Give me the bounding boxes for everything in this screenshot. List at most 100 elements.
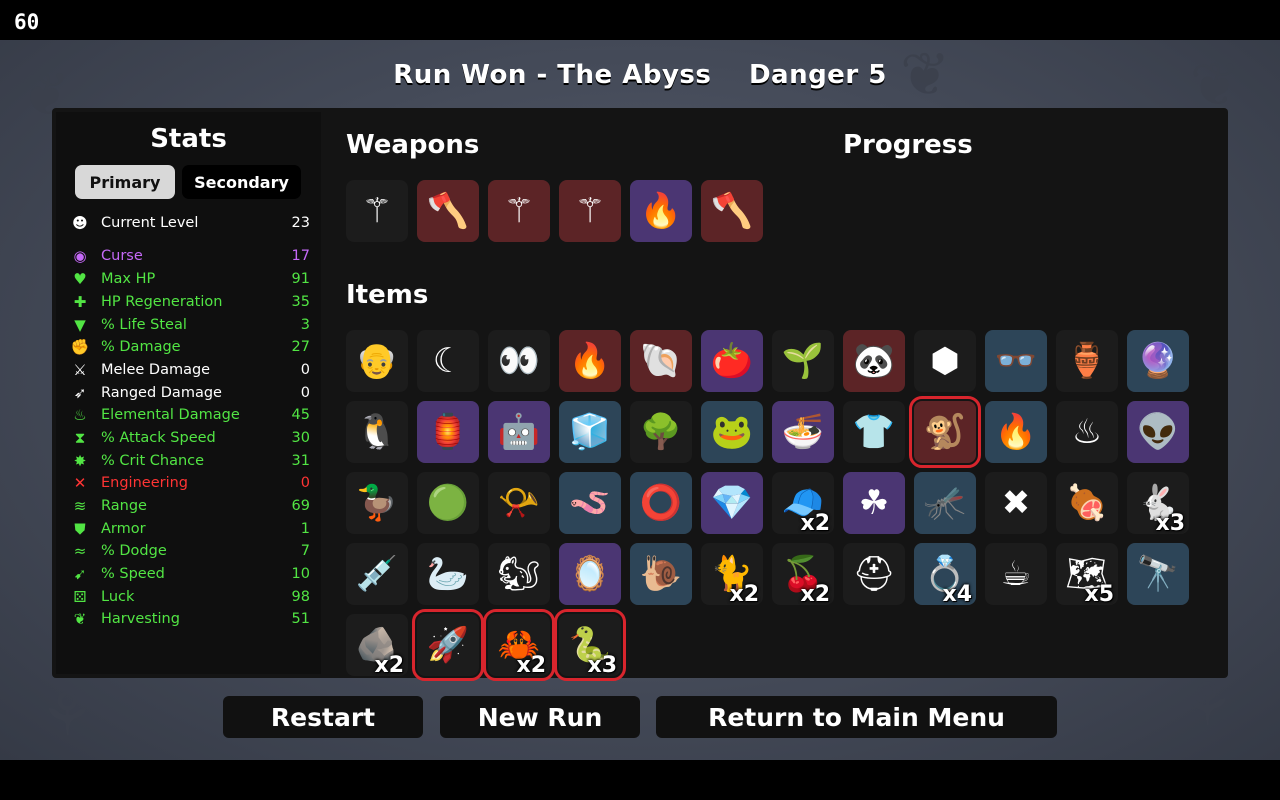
- item-slot[interactable]: 🪓: [701, 180, 763, 242]
- stat-row[interactable]: ≋ Range 69: [70, 495, 310, 517]
- item-slot[interactable]: ✖: [985, 472, 1047, 534]
- stat-label: % Dodge: [101, 543, 167, 559]
- stat-row[interactable]: ❦ Harvesting 51: [70, 608, 310, 630]
- item-slot[interactable]: 🦟: [914, 472, 976, 534]
- stat-label: HP Regeneration: [101, 294, 223, 310]
- stat-row[interactable]: ◉ Curse 17: [70, 245, 310, 267]
- stat-row[interactable]: ⛊ Armor 1: [70, 518, 310, 540]
- meat-skewer-icon: 🍖: [1065, 483, 1109, 523]
- item-slot[interactable]: 🐇 x3: [1127, 472, 1189, 536]
- item-slot[interactable]: 🦢: [417, 543, 479, 605]
- item-slot[interactable]: 📯: [488, 472, 550, 534]
- item-count-badge: x3: [587, 653, 618, 678]
- stat-row[interactable]: ♥ Max HP 91: [70, 268, 310, 290]
- item-slot[interactable]: 🐧: [346, 401, 408, 463]
- new-item-slot[interactable]: 🦀 x2: [483, 609, 555, 681]
- stat-label: Max HP: [101, 271, 156, 287]
- item-slot[interactable]: ☕: [985, 543, 1047, 605]
- sword-icon: ⚔: [73, 361, 87, 379]
- item-slot[interactable]: 🧢 x2: [772, 472, 834, 536]
- tab-secondary[interactable]: Secondary: [182, 165, 301, 199]
- item-slot[interactable]: ⬢: [914, 330, 976, 392]
- stat-value: 45: [291, 407, 310, 423]
- item-slot[interactable]: 🔥: [985, 401, 1047, 463]
- background-seaweed-icon: ⚘: [40, 680, 94, 750]
- new-item-slot[interactable]: 🐒: [909, 396, 981, 468]
- item-slot[interactable]: 🌳: [630, 401, 692, 463]
- item-slot[interactable]: 🍒 x2: [772, 543, 834, 607]
- item-slot[interactable]: 🦆: [346, 472, 408, 534]
- return-to-main-menu-button[interactable]: Return to Main Menu: [656, 696, 1057, 738]
- stat-row[interactable]: ✚ HP Regeneration 35: [70, 291, 310, 313]
- item-slot[interactable]: 💎: [701, 472, 763, 534]
- stat-row[interactable]: ⧗ % Attack Speed 30: [70, 427, 310, 449]
- stat-row[interactable]: ⚄ Luck 98: [70, 586, 310, 608]
- stat-row[interactable]: ▼ % Life Steal 3: [70, 314, 310, 336]
- stat-value: 69: [291, 498, 310, 514]
- item-slot[interactable]: 🐸: [701, 401, 763, 463]
- item-slot[interactable]: ☾: [417, 330, 479, 392]
- stat-row[interactable]: ✸ % Crit Chance 31: [70, 450, 310, 472]
- item-slot[interactable]: 🔮: [1127, 330, 1189, 392]
- item-slot[interactable]: 🤖: [488, 401, 550, 463]
- item-slot[interactable]: 🍜: [772, 401, 834, 463]
- item-slot[interactable]: 🏮: [417, 401, 479, 463]
- item-slot[interactable]: ⭕: [630, 472, 692, 534]
- item-slot[interactable]: 🐿: [488, 543, 550, 605]
- item-slot[interactable]: ♨: [1056, 401, 1118, 463]
- stat-row[interactable]: ♨ Elemental Damage 45: [70, 404, 310, 426]
- item-count-badge: x2: [729, 582, 760, 607]
- item-slot[interactable]: 🍖: [1056, 472, 1118, 534]
- item-slot[interactable]: ☘: [843, 472, 905, 534]
- stat-value: 1: [300, 521, 310, 537]
- tab-primary[interactable]: Primary: [75, 165, 175, 199]
- item-slot[interactable]: 🐼: [843, 330, 905, 392]
- item-slot[interactable]: 👴: [346, 330, 408, 392]
- item-slot[interactable]: ⛑: [843, 543, 905, 605]
- item-slot[interactable]: 🌱: [772, 330, 834, 392]
- new-item-slot[interactable]: 🚀: [412, 609, 484, 681]
- ice-cube-icon: 🧊: [568, 412, 612, 452]
- item-slot[interactable]: 🪞: [559, 543, 621, 605]
- item-slot[interactable]: 🪨 x2: [346, 614, 408, 678]
- item-slot[interactable]: 🔥: [630, 180, 692, 242]
- axe-icon: 🪓: [710, 191, 754, 231]
- item-slot[interactable]: 💉: [346, 543, 408, 605]
- stat-row[interactable]: ☻ Current Level 23: [70, 212, 310, 234]
- item-slot[interactable]: 🗺 x5: [1056, 543, 1118, 607]
- penguin-icon: 🐧: [355, 412, 399, 452]
- item-slot[interactable]: 🐌: [630, 543, 692, 605]
- stat-row[interactable]: ≈ % Dodge 7: [70, 540, 310, 562]
- new-run-button[interactable]: New Run: [440, 696, 640, 738]
- item-slot[interactable]: ⚚: [559, 180, 621, 242]
- item-count-badge: x4: [942, 582, 973, 607]
- item-slot[interactable]: 🔥: [559, 330, 621, 392]
- item-slot[interactable]: 🍅: [701, 330, 763, 392]
- item-slot[interactable]: 🟢: [417, 472, 479, 534]
- item-slot[interactable]: ⚚: [346, 180, 408, 242]
- item-slot[interactable]: ⚚: [488, 180, 550, 242]
- item-slot[interactable]: 🪱: [559, 472, 621, 534]
- stat-row[interactable]: ✕ Engineering 0: [70, 472, 310, 494]
- item-slot[interactable]: 👕: [843, 401, 905, 463]
- lantern-icon: 🏮: [426, 412, 470, 452]
- stat-row[interactable]: ✊ % Damage 27: [70, 336, 310, 358]
- stat-row[interactable]: ⚔ Melee Damage 0: [70, 359, 310, 381]
- stat-value: 17: [291, 248, 310, 264]
- stat-row[interactable]: ➶ Ranged Damage 0: [70, 382, 310, 404]
- item-slot[interactable]: 👓: [985, 330, 1047, 392]
- item-slot[interactable]: 🔭: [1127, 543, 1189, 605]
- new-item-slot[interactable]: 🐍 x3: [554, 609, 626, 681]
- item-slot[interactable]: 🧊: [559, 401, 621, 463]
- item-slot[interactable]: 🪓: [417, 180, 479, 242]
- item-slot[interactable]: 👀: [488, 330, 550, 392]
- stat-label: Ranged Damage: [101, 385, 222, 401]
- item-slot[interactable]: 🐚: [630, 330, 692, 392]
- item-slot[interactable]: 👽: [1127, 401, 1189, 463]
- item-slot[interactable]: 🐈 x2: [701, 543, 763, 607]
- top-bar: 60: [0, 0, 1280, 40]
- stat-row[interactable]: ➹ % Speed 10: [70, 563, 310, 585]
- item-slot[interactable]: 🏺: [1056, 330, 1118, 392]
- item-slot[interactable]: 💍 x4: [914, 543, 976, 607]
- restart-button[interactable]: Restart: [223, 696, 423, 738]
